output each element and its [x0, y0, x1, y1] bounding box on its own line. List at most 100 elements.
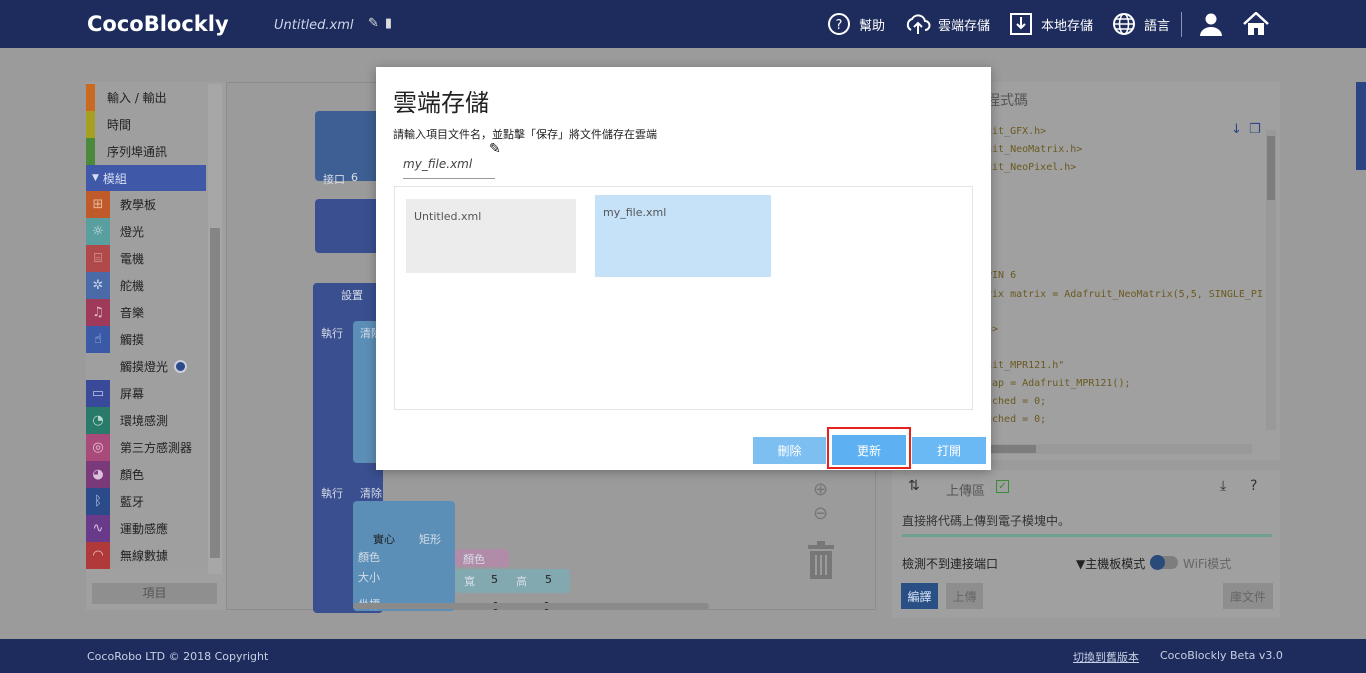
app-logo[interactable]: CocoBlockly: [87, 12, 229, 36]
block-label: 設置: [341, 289, 363, 302]
toggle-knob: [1150, 555, 1165, 570]
block-label: 執行: [321, 327, 343, 340]
filename-input[interactable]: [403, 150, 495, 179]
upload-checkbox[interactable]: ✓: [996, 480, 1009, 493]
module-label: 無線數據: [120, 549, 169, 563]
delete-trash-icon[interactable]: ▮: [385, 16, 392, 31]
zoom-out-icon[interactable]: ⊖: [813, 503, 828, 524]
module-motor[interactable]: ⌸ 電機: [86, 245, 206, 272]
code-line: uit_NeoPixel.h>: [986, 162, 1077, 173]
module-touch-light[interactable]: 觸摸燈光: [86, 353, 206, 380]
module-servo[interactable]: ✲ 舵機: [86, 272, 206, 299]
rename-pencil-icon[interactable]: ✎: [368, 16, 379, 31]
module-motion[interactable]: ∿ 運動感應: [86, 515, 206, 542]
module-touch[interactable]: ☝ 觸摸: [86, 326, 206, 353]
file-item-untitled[interactable]: Untitled.xml: [406, 199, 576, 273]
right-edge-tab[interactable]: [1356, 82, 1366, 170]
scrollbar-thumb[interactable]: [986, 445, 1036, 453]
code-horizontal-scrollbar[interactable]: [986, 444, 1252, 454]
toolbox-scrollbar[interactable]: [208, 84, 222, 574]
block-label: 寬: [464, 575, 475, 588]
file-list: Untitled.xml my_file.xml: [394, 186, 973, 410]
upload-progress-line: [902, 534, 1272, 537]
touch-block[interactable]: [315, 199, 385, 253]
wifi-mode-toggle[interactable]: [1150, 555, 1178, 570]
download-code-icon[interactable]: ↓: [1231, 122, 1242, 137]
scrollbar-thumb[interactable]: [1267, 136, 1275, 200]
open-button[interactable]: 打開: [912, 437, 986, 464]
block-label: 接口: [323, 173, 345, 186]
help-icon: ?: [826, 11, 852, 37]
nav-local-save-button[interactable]: 本地存儲: [1008, 10, 1093, 38]
compile-button[interactable]: 編譯: [901, 583, 938, 609]
module-teaching-board[interactable]: ⊞ 教學板: [86, 191, 206, 218]
nav-cloud-save-button[interactable]: 雲端存儲: [905, 10, 990, 38]
item-button[interactable]: 項目: [92, 583, 217, 604]
module-label: 燈光: [120, 225, 145, 239]
category-label: 序列埠通訊: [107, 145, 168, 159]
touch-light-icon: [86, 353, 110, 380]
category-color-swatch: [86, 138, 95, 165]
block-label: 執行: [321, 487, 343, 500]
module-light[interactable]: ☼ 燈光: [86, 218, 206, 245]
copy-code-icon[interactable]: ❐: [1249, 122, 1261, 137]
block-label: 實心: [373, 533, 395, 546]
module-screen[interactable]: ▭ 屏幕: [86, 380, 206, 407]
switch-old-version-link[interactable]: 切換到舊版本: [1073, 649, 1139, 665]
module-music[interactable]: ♫ 音樂: [86, 299, 206, 326]
update-button[interactable]: 更新: [832, 435, 906, 465]
servo-icon: ✲: [86, 272, 110, 299]
module-label: 環境感測: [120, 414, 169, 428]
color-icon: ◕: [86, 461, 110, 488]
zoom-in-icon[interactable]: ⊕: [813, 479, 828, 500]
upload-help-icon[interactable]: ?: [1250, 478, 1257, 494]
nav-help-button[interactable]: ? 幫助: [826, 10, 885, 38]
trash-can-icon[interactable]: [805, 541, 837, 585]
user-account-button[interactable]: [1198, 10, 1231, 38]
category-color-swatch: [86, 111, 95, 138]
cloud-upload-icon: [905, 11, 931, 37]
workspace-horizontal-scrollbar[interactable]: [353, 603, 709, 609]
cloud-save-dialog: 雲端存儲 請輸入項目文件名，並點擊「保存」將文件儲存在雲端 ✎ Untitled…: [376, 67, 991, 470]
file-item-selected[interactable]: my_file.xml: [595, 195, 771, 277]
dialog-title: 雲端存儲: [393, 89, 489, 117]
motion-icon: ∿: [86, 515, 110, 542]
wifi-mode-label: WiFi模式: [1183, 557, 1232, 571]
svg-text:?: ?: [836, 18, 843, 33]
bulb-icon: ☼: [86, 218, 110, 245]
block-label: 清除: [360, 487, 382, 500]
sort-arrows-icon[interactable]: ⇅: [908, 478, 920, 494]
nav-language-button[interactable]: 語言: [1111, 10, 1170, 38]
nav-separator: [1181, 12, 1182, 37]
category-serial[interactable]: 序列埠通訊: [86, 138, 206, 165]
install-download-icon[interactable]: ⤓: [1220, 478, 1226, 494]
scrollbar-thumb[interactable]: [210, 228, 220, 558]
block-label: 顏色: [358, 551, 380, 564]
motor-icon: ⌸: [86, 245, 110, 272]
module-label: 運動感應: [120, 522, 169, 536]
delete-button[interactable]: 刪除: [753, 437, 826, 464]
filename-actions: ✎ ▮: [368, 16, 398, 31]
module-third-party-sensor[interactable]: ◎ 第三方感測器: [86, 434, 206, 461]
module-env-sensor[interactable]: ◔ 環境感測: [86, 407, 206, 434]
code-vertical-scrollbar[interactable]: [1266, 130, 1276, 430]
board-mode-label[interactable]: ▼主機板模式: [1076, 555, 1145, 572]
category-time[interactable]: 時間: [86, 111, 206, 138]
port-status: 檢測不到連接端口: [902, 557, 999, 571]
home-button[interactable]: [1243, 10, 1276, 38]
upload-button[interactable]: 上傳: [946, 583, 983, 609]
library-button[interactable]: 庫文件: [1223, 583, 1273, 609]
module-label: 屏幕: [120, 387, 145, 401]
code-panel-title: 程式碼: [986, 93, 1028, 109]
category-io[interactable]: 輸入 / 輸出: [86, 84, 206, 111]
block-label: 矩形: [419, 533, 441, 546]
new-badge-icon: [174, 360, 188, 373]
env-sensor-icon: ◔: [86, 407, 110, 434]
module-label: 顏色: [120, 468, 145, 482]
wireless-icon: ◠: [86, 542, 110, 569]
module-wireless[interactable]: ◠ 無線數據: [86, 542, 206, 569]
expand-caret-icon: ▼: [92, 173, 99, 183]
module-color[interactable]: ◕ 顏色: [86, 461, 206, 488]
module-bluetooth[interactable]: ᛒ 藍牙: [86, 488, 206, 515]
category-group-modules[interactable]: ▼ 模組: [86, 165, 206, 191]
